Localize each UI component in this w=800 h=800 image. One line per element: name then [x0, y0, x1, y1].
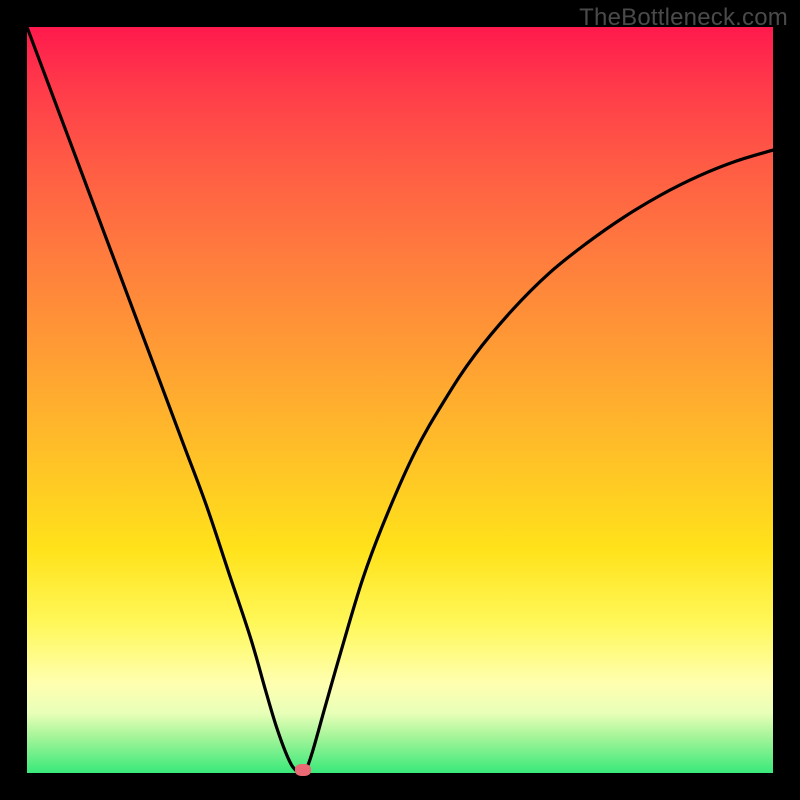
bottleneck-curve — [27, 27, 773, 773]
plot-area — [27, 27, 773, 773]
chart-frame: TheBottleneck.com — [0, 0, 800, 800]
optimal-point-marker — [295, 764, 311, 776]
watermark-text: TheBottleneck.com — [579, 4, 788, 32]
